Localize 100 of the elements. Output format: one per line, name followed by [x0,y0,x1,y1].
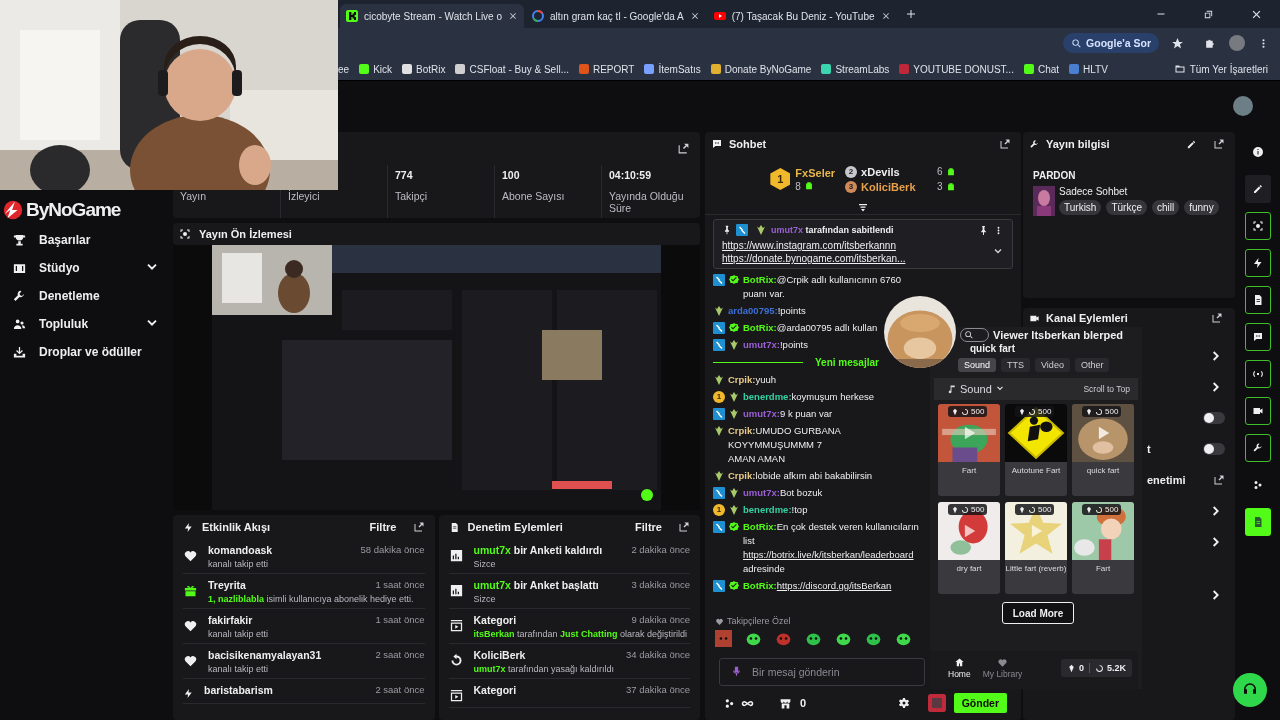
sound-card[interactable]: 500 Little fart (reverb) [1005,502,1067,594]
points-count: 5.2K [1107,663,1126,673]
popout-icon[interactable] [1211,312,1223,324]
stat-label: İzleyici [288,190,321,202]
browser-tab[interactable]: altın gram kaç tl - Google'da A [526,4,706,28]
support-button[interactable] [1233,673,1267,707]
category-tab[interactable]: Sound [958,358,997,372]
popout-icon[interactable] [412,521,425,533]
pin-icon[interactable] [978,224,989,236]
filter-button[interactable]: Filtre [369,521,397,533]
bolt-button[interactable] [1244,249,1271,277]
pinned-link[interactable]: https://www.instagram.com/itsberkannn [722,240,992,251]
vip-badge-icon [755,224,767,236]
pencil-button[interactable] [1244,175,1271,203]
ask-google-button[interactable]: Google'a Sor [1063,33,1159,53]
toggle-switch[interactable] [1203,442,1225,455]
filter-button[interactable]: Filtre [635,521,662,533]
close-icon[interactable] [508,11,518,21]
category-tab[interactable]: TTS [1001,358,1031,372]
nav-tab[interactable]: My Library [982,657,1023,679]
send-button[interactable]: Gönder [953,693,1007,713]
restore-icon[interactable] [1203,8,1214,20]
cost-label: 500 [1105,407,1119,416]
rank-badge: 1 [713,391,725,403]
tag[interactable]: Turkish [1059,200,1102,215]
app-button[interactable] [1244,508,1271,536]
popout-icon[interactable] [999,138,1011,150]
bookmark[interactable]: Kick [359,63,393,75]
close-icon[interactable] [689,11,700,21]
bookmark[interactable]: CSFloat - Buy & Sell... [455,63,569,75]
external-link-icon[interactable] [1213,473,1225,486]
tag[interactable]: chill [1152,200,1180,215]
collapse-icon[interactable] [857,202,869,214]
sound-card[interactable]: 500 quick fart [1072,404,1134,496]
sidebar-item[interactable]: Başarılar [2,226,170,254]
site-logo[interactable]: ByNoGame [2,198,170,222]
browser-tab[interactable]: cicobyte Stream - Watch Live o [340,4,524,28]
close-icon[interactable] [880,11,891,21]
store-icon[interactable] [779,696,792,710]
edit-icon[interactable] [1186,138,1197,150]
sidebar-item[interactable]: Denetleme [2,282,170,310]
emote-icon[interactable] [745,630,762,647]
emote-icon[interactable] [835,630,852,647]
popout-icon[interactable] [677,142,690,155]
popout-icon[interactable] [1213,138,1225,150]
focus-button[interactable] [1244,212,1271,240]
bookmark[interactable]: YOUTUBE DONUST... [899,63,1014,75]
bookmark[interactable]: Chat [1023,63,1060,75]
bookmark[interactable]: BotRix [402,63,446,75]
category-tab[interactable]: Video [1035,358,1070,372]
wrench-button[interactable] [1244,434,1271,462]
sidebar-item[interactable]: Stüdyo [2,254,170,282]
chat-button[interactable] [1244,323,1271,351]
tag[interactable]: funny [1184,200,1219,215]
settings-icon[interactable] [897,697,910,709]
category-tab[interactable]: Other [1074,358,1110,372]
points-icon[interactable] [723,696,736,710]
tag[interactable]: Türkçe [1106,200,1147,215]
nav-tab[interactable]: Home [948,657,971,679]
sidebar-item[interactable]: Topluluk [2,310,170,338]
bookmark[interactable]: ee [338,63,350,75]
document-button[interactable] [1244,286,1271,314]
new-tab-icon[interactable] [904,8,917,20]
pinned-link[interactable]: https://donate.bynogame.com/itsberkan... [722,253,992,264]
emote-icon[interactable] [865,630,882,647]
avatar[interactable] [1233,95,1253,116]
popout-icon[interactable] [678,521,690,533]
sound-card[interactable]: 500 Fart [1072,502,1134,594]
bookmark[interactable]: HLTV [1069,63,1108,75]
stat-label: Takipçi [395,190,429,202]
profile-avatar[interactable] [1229,35,1245,51]
panel-title: Kanal Eylemleri [1046,312,1128,324]
camera-button[interactable] [1244,397,1271,425]
all-bookmarks[interactable]: Tüm Yer İşaretleri [1173,63,1268,75]
sound-card[interactable]: 500 Autotune Fart [1005,404,1067,496]
message-link[interactable]: https://botrix.live/k/itsberkan/leaderboard [743,549,914,560]
sound-dropdown[interactable]: Sound [946,383,1005,395]
chat-input[interactable]: Bir mesaj gönderin [719,658,925,686]
bookmark[interactable]: REPORT [578,63,635,75]
emote-icon[interactable] [895,630,912,647]
bookmark-star-icon[interactable] [1171,36,1184,50]
load-more-button[interactable]: Load More [1001,602,1075,624]
sound-card[interactable]: 500 Fart [938,404,1000,496]
sidebar-item[interactable]: Droplar ve ödüller [2,338,170,366]
bookmark[interactable]: StreamLabs [821,63,890,75]
scroll-to-top-button[interactable]: Scroll to Top [1083,384,1130,394]
sticker-icon[interactable] [927,694,946,712]
sound-card[interactable]: 500 dry fart [938,502,1000,594]
toggle-switch[interactable] [1203,411,1225,424]
emote-icon[interactable] [805,630,822,647]
chat-message: benerdme:koymuşum herkese [743,390,875,404]
category-name[interactable]: Sadece Sohbet [1059,186,1219,197]
coin-icon [1028,505,1036,514]
action-detail: itsBerkan tarafından Just Chatting olarak değiştirildi [473,629,689,639]
broadcast-button[interactable] [1244,360,1271,388]
browser-tab[interactable]: (7) Taşacak Bu Deniz - YouTube [707,4,897,28]
bookmark[interactable]: İtemSatıs [644,63,701,75]
microphone-icon[interactable] [730,665,743,678]
message-link[interactable]: https://discord.gg/itsBerkan [776,580,892,591]
bookmark[interactable]: Donate ByNoGame [710,63,812,75]
